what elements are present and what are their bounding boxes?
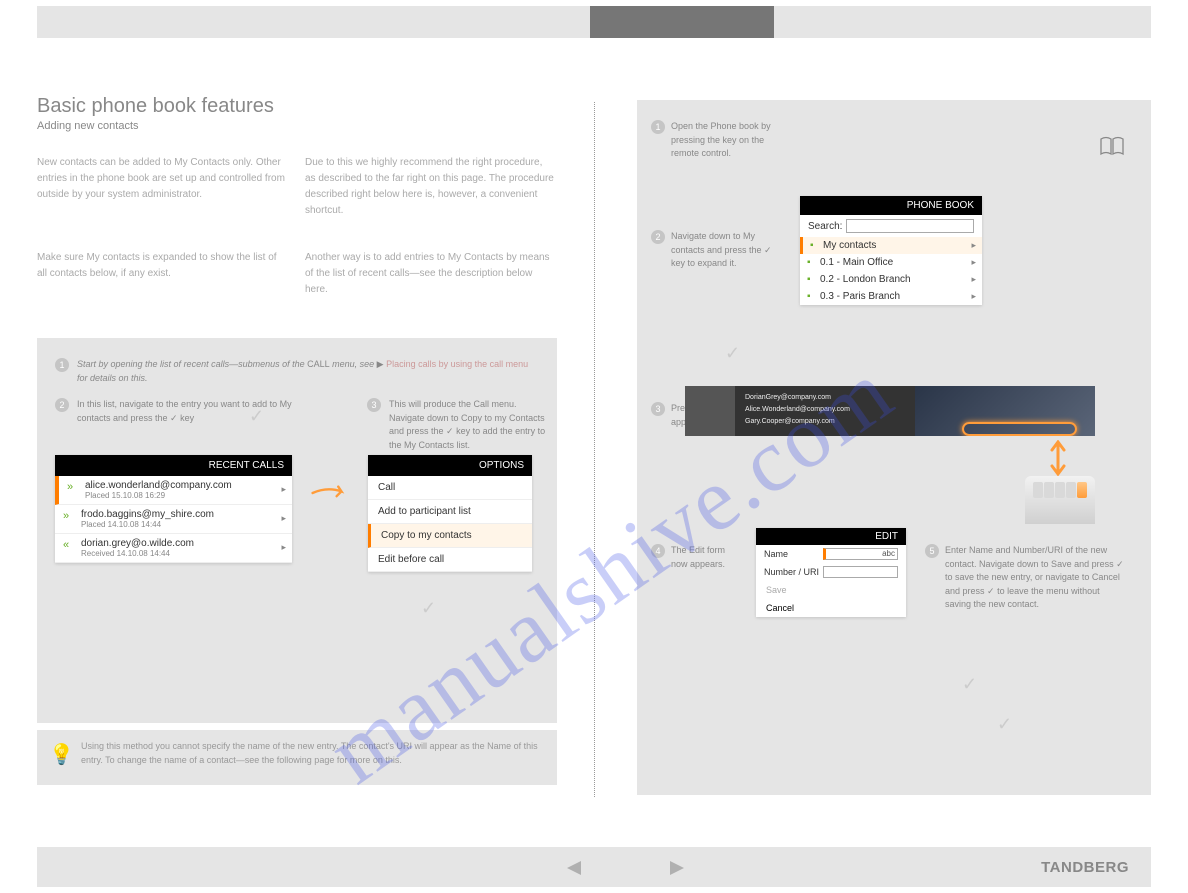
step-2-badge: 2 — [55, 398, 69, 412]
column-divider — [594, 102, 595, 797]
chevron-right-icon: ▸ — [281, 513, 286, 524]
option-call[interactable]: Call — [368, 476, 532, 500]
step-3-badge: 3 — [367, 398, 381, 412]
cancel-button[interactable]: Cancel — [756, 599, 906, 617]
phonebook-item[interactable]: 0.2 - London Branch▸ — [800, 271, 982, 288]
tip-panel: 💡 Using this method you cannot specify t… — [37, 730, 557, 785]
remote-key[interactable] — [1055, 482, 1065, 498]
call-in-icon: « — [63, 539, 69, 551]
r-step-4: The Edit form now appears. — [671, 544, 741, 571]
shortcut-strip: DorianGrey@company.com Alice.Wonderland@… — [685, 386, 1095, 436]
active-tab[interactable] — [590, 6, 774, 38]
remote-key[interactable] — [1033, 482, 1043, 498]
phonebook-item[interactable]: 0.3 - Paris Branch▸ — [800, 288, 982, 305]
r-step-2: Navigate down to My contacts and press t… — [671, 230, 781, 271]
arrow-right-icon — [311, 483, 351, 509]
check-icon: ✓ — [997, 714, 1012, 735]
prev-page-icon[interactable] — [567, 861, 581, 875]
phonebook-icon — [1099, 135, 1125, 163]
remote-key[interactable] — [1044, 482, 1054, 498]
option-edit-before-call[interactable]: Edit before call — [368, 548, 532, 572]
option-copy-contacts[interactable]: Copy to my contacts — [368, 524, 532, 548]
step-1-text: Start by opening the list of recent call… — [77, 358, 532, 385]
recent-calls-widget: RECENT CALLS » alice.wonderland@company.… — [55, 455, 292, 563]
phonebook-item-mycontacts[interactable]: My contacts▸ — [800, 237, 982, 254]
remote-control — [1025, 476, 1095, 524]
search-input[interactable] — [846, 219, 974, 233]
intro-para-2: Make sure My contacts is expanded to sho… — [37, 250, 287, 282]
chevron-right-icon: ▸ — [971, 291, 976, 302]
step-1-badge: 1 — [55, 358, 69, 372]
edit-number-row: Number / URI — [756, 563, 906, 581]
page-title: Basic phone book features — [37, 95, 552, 118]
chevron-right-icon: ▸ — [281, 484, 286, 495]
options-widget: OPTIONS Call Add to participant list Cop… — [368, 455, 532, 572]
lightbulb-icon: 💡 — [49, 742, 74, 767]
check-icon: ✓ — [249, 406, 264, 427]
step-3-badge: 3 — [651, 402, 665, 416]
edit-header: EDIT — [756, 528, 906, 545]
recent-call-row[interactable]: « dorian.grey@o.wilde.com Received 14.10… — [55, 534, 292, 563]
new-contact-highlight[interactable] — [962, 422, 1077, 436]
save-button[interactable]: Save — [756, 581, 906, 599]
step-4-badge: 4 — [651, 544, 665, 558]
step-5-badge: 5 — [925, 544, 939, 558]
check-icon: ✓ — [421, 598, 436, 619]
call-out-icon: » — [63, 510, 69, 522]
phonebook-item[interactable]: 0.1 - Main Office▸ — [800, 254, 982, 271]
tip-text: Using this method you cannot specify the… — [81, 740, 547, 767]
chevron-right-icon: ▸ — [971, 257, 976, 268]
chevron-right-icon: ▸ — [281, 542, 286, 553]
header-bar — [37, 6, 1151, 38]
chevron-right-icon: ▸ — [971, 240, 976, 251]
intro-para-1: New contacts can be added to My Contacts… — [37, 155, 287, 203]
phonebook-search-row: Search: — [800, 215, 982, 237]
check-icon: ✓ — [725, 343, 740, 364]
remote-key-highlighted[interactable] — [1077, 482, 1087, 498]
phonebook-header: PHONE BOOK — [800, 196, 982, 215]
chevron-right-icon: ▸ — [971, 274, 976, 285]
next-page-icon[interactable] — [670, 861, 684, 875]
options-header: OPTIONS — [368, 455, 532, 476]
edit-widget: EDIT Name abc Number / URI Save Cancel — [756, 528, 906, 617]
option-add-participant[interactable]: Add to participant list — [368, 500, 532, 524]
number-input[interactable] — [823, 566, 898, 578]
step-2-badge: 2 — [651, 230, 665, 244]
call-out-icon: » — [67, 481, 73, 493]
search-label: Search: — [808, 221, 842, 232]
intro-para-4: Another way is to add entries to My Cont… — [305, 250, 555, 298]
recent-calls-header: RECENT CALLS — [55, 455, 292, 476]
r-step-1: Open the Phone book by pressing the key … — [671, 120, 781, 161]
check-icon: ✓ — [962, 674, 977, 695]
camera-image — [685, 386, 735, 436]
recent-call-row[interactable]: » frodo.baggins@my_shire.com Placed 14.1… — [55, 505, 292, 534]
left-column-header: Basic phone book features Adding new con… — [37, 95, 552, 132]
name-input[interactable]: abc — [823, 548, 898, 560]
step-1-badge: 1 — [651, 120, 665, 134]
recent-call-row[interactable]: » alice.wonderland@company.com Placed 15… — [55, 476, 292, 505]
edit-name-row: Name abc — [756, 545, 906, 563]
remote-key[interactable] — [1066, 482, 1076, 498]
step-3-text: This will produce the Call menu. Navigat… — [389, 398, 549, 452]
footer-bar: TANDBERG — [37, 847, 1151, 887]
intro-para-3: Due to this we highly recommend the righ… — [305, 155, 555, 219]
page-subtitle: Adding new contacts — [37, 120, 552, 132]
phonebook-widget: PHONE BOOK Search: My contacts▸ 0.1 - Ma… — [800, 196, 982, 305]
r-step-5: Enter Name and Number/URI of the new con… — [945, 544, 1125, 612]
brand-logo: TANDBERG — [1041, 859, 1129, 876]
